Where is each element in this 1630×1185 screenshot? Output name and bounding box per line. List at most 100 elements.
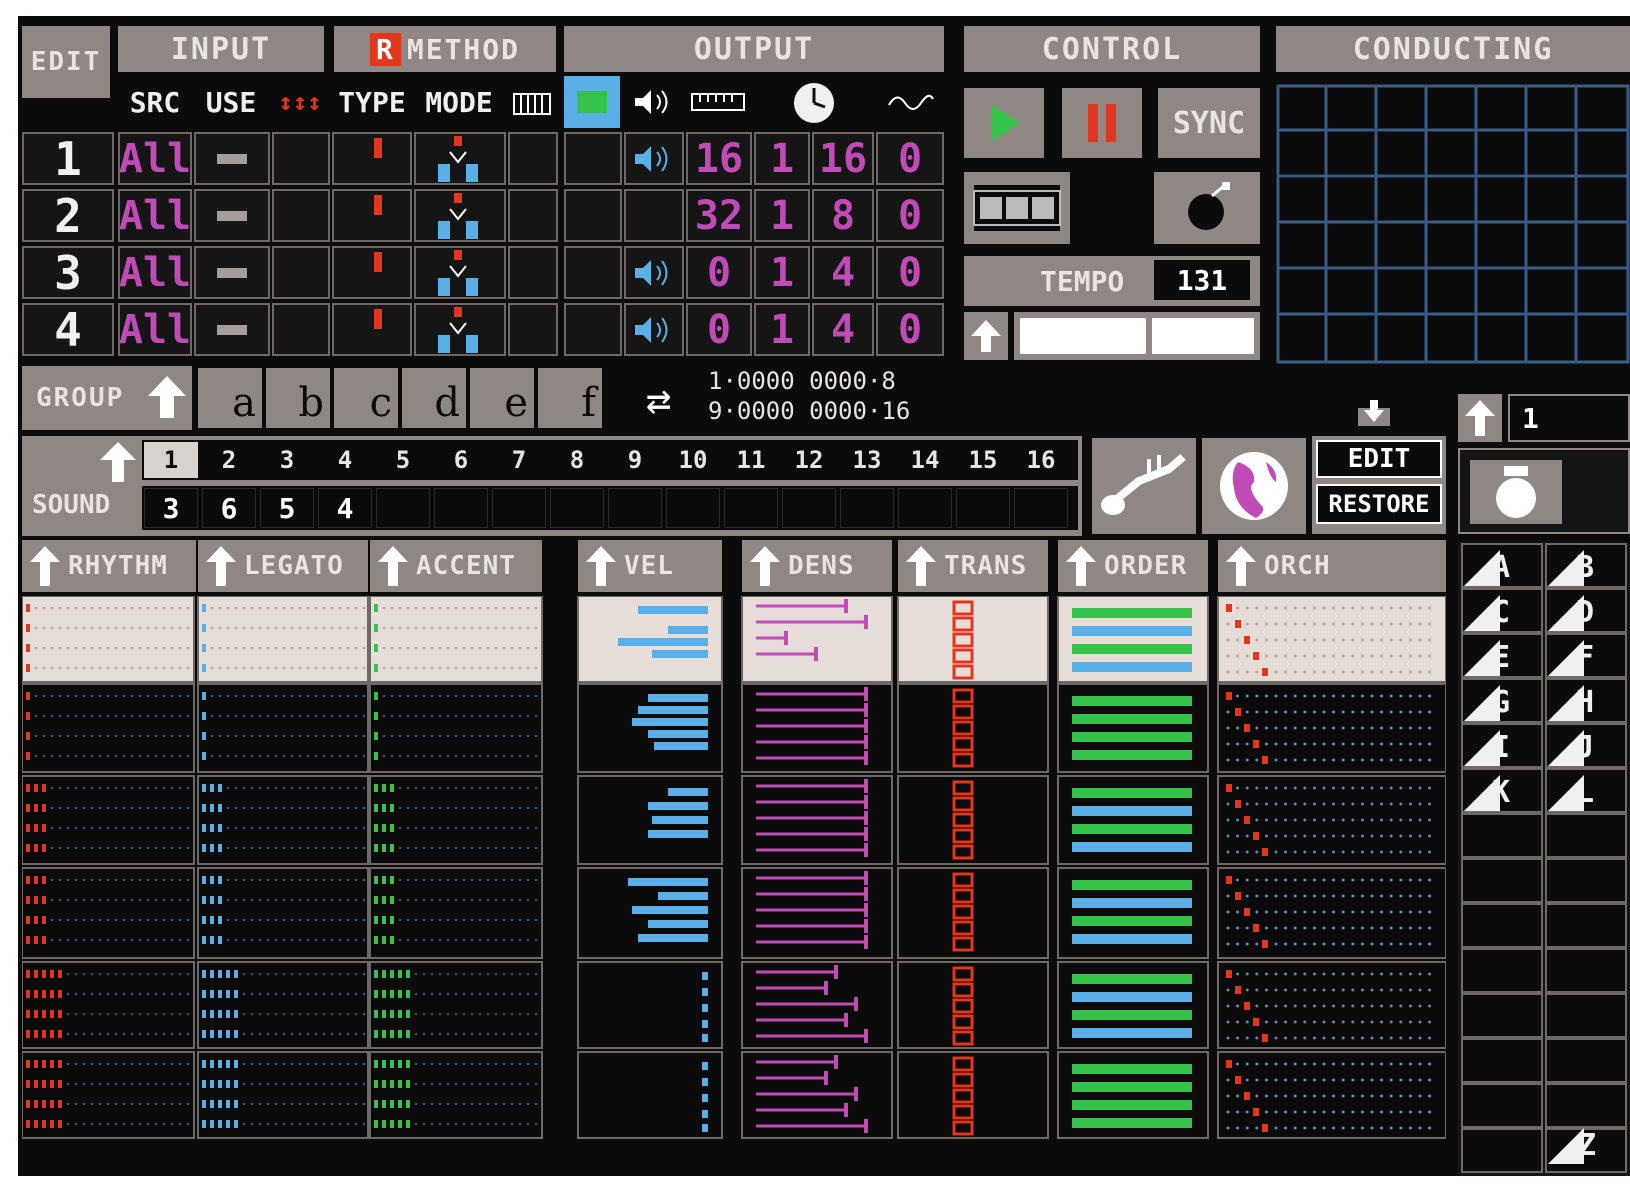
lane-up-arrow-icon[interactable] (28, 544, 62, 588)
speaker-header-icon[interactable] (624, 76, 682, 128)
pause-button[interactable] (1062, 88, 1142, 158)
preset-E[interactable]: E (1492, 636, 1532, 678)
sound-channel-15[interactable]: 15 (956, 442, 1010, 478)
sound-assignment-slot[interactable] (434, 488, 488, 528)
track-monitor-cell[interactable] (564, 246, 622, 299)
track-output-value[interactable]: 1 (754, 303, 810, 356)
preset-L[interactable]: L (1576, 771, 1616, 813)
track-src-value[interactable]: All (118, 189, 192, 242)
lane-up-arrow-icon[interactable] (1224, 544, 1258, 588)
sync-button[interactable]: SYNC (1158, 88, 1260, 158)
track-keyboard-cell[interactable] (508, 189, 558, 242)
sound-assignment-slot[interactable]: 3 (144, 488, 198, 528)
track-speaker-cell[interactable] (624, 189, 684, 242)
group-up-arrow-icon[interactable] (146, 372, 188, 422)
track-type-cell[interactable] (332, 246, 412, 299)
track-type-cell[interactable] (332, 189, 412, 242)
track-output-value[interactable]: 1 (754, 132, 810, 185)
group-letter-d[interactable]: d (402, 368, 466, 428)
track-keyboard-cell[interactable] (508, 132, 558, 185)
group-letter-f[interactable]: f (538, 368, 602, 428)
track-mode-cell[interactable] (414, 246, 506, 299)
download-icon[interactable] (1354, 398, 1394, 428)
sound-channel-5[interactable]: 5 (376, 442, 430, 478)
preset-H[interactable]: H (1576, 681, 1616, 723)
track-number[interactable]: 4 (22, 303, 114, 357)
track-speaker-cell[interactable] (624, 303, 684, 356)
tempo-value[interactable]: 131 (1154, 260, 1250, 300)
sound-channel-4[interactable]: 4 (318, 442, 372, 478)
track-number[interactable]: 3 (22, 246, 114, 300)
sound-assignment-slot[interactable] (666, 488, 720, 528)
track-number[interactable]: 1 (22, 132, 114, 186)
sound-channel-14[interactable]: 14 (898, 442, 952, 478)
track-mode-cell[interactable] (414, 189, 506, 242)
track-output-value[interactable]: 0 (876, 246, 944, 299)
sound-channel-8[interactable]: 8 (550, 442, 604, 478)
sound-edit-button[interactable]: EDIT (1316, 440, 1442, 478)
track-src-value[interactable]: All (118, 132, 192, 185)
sound-assignment-slot[interactable] (608, 488, 662, 528)
page-up-arrow-icon[interactable] (1458, 394, 1502, 442)
track-src-value[interactable]: All (118, 246, 192, 299)
sound-assignment-slot[interactable] (840, 488, 894, 528)
track-type-cell[interactable] (332, 303, 412, 356)
track-output-value[interactable]: 0 (876, 132, 944, 185)
dial-button[interactable] (1470, 460, 1562, 524)
play-button[interactable] (964, 88, 1044, 158)
track-type-cell[interactable] (332, 132, 412, 185)
preset-K[interactable]: K (1492, 771, 1532, 813)
sound-assignment-slot[interactable] (898, 488, 952, 528)
track-output-value[interactable]: 0 (876, 303, 944, 356)
track-src-value[interactable]: All (118, 303, 192, 356)
edit-header[interactable]: EDIT (22, 26, 110, 98)
track-speaker-cell[interactable] (624, 132, 684, 185)
track-velocity-cell[interactable] (272, 189, 330, 242)
preset-I[interactable]: I (1492, 726, 1532, 768)
sound-channel-3[interactable]: 3 (260, 442, 314, 478)
lane-up-arrow-icon[interactable] (584, 544, 618, 588)
ruler-icon[interactable] (686, 76, 750, 128)
track-use-toggle[interactable] (194, 132, 270, 185)
group-letter-e[interactable]: e (470, 368, 534, 428)
track-use-toggle[interactable] (194, 246, 270, 299)
track-output-value[interactable]: 16 (812, 132, 874, 185)
sound-assignment-slot[interactable]: 6 (202, 488, 256, 528)
track-output-value[interactable]: 16 (686, 132, 752, 185)
sound-channel-7[interactable]: 7 (492, 442, 546, 478)
sound-assignment-slot[interactable] (492, 488, 546, 528)
sound-assignment-slot[interactable]: 5 (260, 488, 314, 528)
lane-up-arrow-icon[interactable] (376, 544, 410, 588)
track-monitor-cell[interactable] (564, 189, 622, 242)
track-output-value[interactable]: 8 (812, 189, 874, 242)
monitor-icon[interactable] (564, 76, 620, 128)
sound-restore-button[interactable]: RESTORE (1316, 484, 1442, 524)
lane-up-arrow-icon[interactable] (748, 544, 782, 588)
sound-channel-1[interactable]: 1 (144, 442, 198, 478)
sound-channel-12[interactable]: 12 (782, 442, 836, 478)
lane-up-arrow-icon[interactable] (1064, 544, 1098, 588)
sound-assignment-slot[interactable] (376, 488, 430, 528)
track-monitor-cell[interactable] (564, 132, 622, 185)
track-mode-cell[interactable] (414, 132, 506, 185)
globe-button[interactable] (1202, 438, 1306, 534)
velocity-arrows-icon[interactable]: ↕↕↕ (272, 76, 328, 128)
group-letter-c[interactable]: c (334, 368, 398, 428)
conducting-grid[interactable] (1276, 84, 1630, 364)
track-output-value[interactable]: 0 (876, 189, 944, 242)
sound-channel-2[interactable]: 2 (202, 442, 256, 478)
track-keyboard-cell[interactable] (508, 246, 558, 299)
sound-channel-6[interactable]: 6 (434, 442, 488, 478)
track-output-value[interactable]: 32 (686, 189, 752, 242)
lane-up-arrow-icon[interactable] (904, 544, 938, 588)
clock-icon[interactable] (754, 76, 874, 128)
sound-channel-16[interactable]: 16 (1014, 442, 1068, 478)
track-output-value[interactable]: 4 (812, 303, 874, 356)
sound-assignment-slot[interactable] (782, 488, 836, 528)
preset-Z[interactable]: Z (1578, 1124, 1618, 1166)
track-use-toggle[interactable] (194, 303, 270, 356)
track-output-value[interactable]: 0 (686, 303, 752, 356)
preset-D[interactable]: D (1576, 591, 1616, 633)
metronome-button[interactable] (1154, 172, 1260, 244)
track-velocity-cell[interactable] (272, 246, 330, 299)
